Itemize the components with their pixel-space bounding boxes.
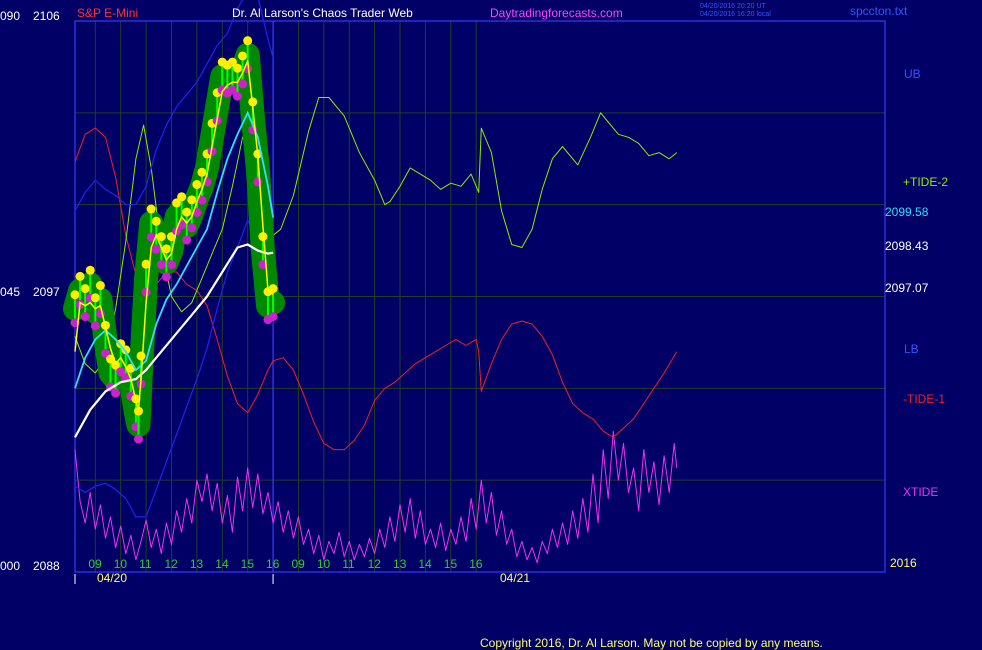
low-dot-2 bbox=[80, 312, 90, 322]
left-axis-top-b: 2106 bbox=[33, 9, 60, 23]
high-dot-26 bbox=[197, 167, 207, 177]
chaos-chart: 09 10 11 12 13 14 15 16 09 10 11 12 13 14 15 16 S&P E-M… bbox=[0, 0, 948, 650]
hour-tick-10: 11 bbox=[342, 557, 355, 571]
label-tide1: -TIDE-1 bbox=[903, 392, 945, 406]
file-name: spccton.txt bbox=[850, 4, 908, 18]
low-dot-33 bbox=[233, 91, 243, 101]
high-dot-5 bbox=[95, 281, 105, 291]
label-tide2: +TIDE-2 bbox=[903, 175, 948, 189]
hour-tick-5: 14 bbox=[215, 557, 229, 571]
left-axis-top-a: 090 bbox=[0, 9, 20, 23]
date-label-0: 04/20 bbox=[97, 571, 127, 585]
high-dot-34 bbox=[238, 51, 248, 61]
copyright: Copyright 2016, Dr. Al Larson. May not b… bbox=[480, 636, 823, 650]
hour-tick-0: 09 bbox=[88, 557, 102, 571]
high-dot-35 bbox=[243, 36, 253, 46]
low-dot-24 bbox=[187, 223, 197, 233]
high-dot-0 bbox=[70, 290, 80, 300]
low-dot-18 bbox=[156, 260, 166, 270]
high-dot-23 bbox=[182, 207, 192, 217]
label-ub: UB bbox=[904, 67, 921, 81]
hour-tick-7: 16 bbox=[266, 557, 280, 571]
hour-tick-14: 15 bbox=[444, 557, 458, 571]
low-dot-8 bbox=[111, 388, 121, 398]
hour-tick-2: 11 bbox=[139, 557, 152, 571]
high-dot-4 bbox=[90, 293, 100, 303]
low-dot-37 bbox=[253, 177, 263, 187]
site-link[interactable]: Daytradingforecasts.com bbox=[490, 6, 623, 20]
left-axis-bottom-b: 2088 bbox=[33, 559, 60, 573]
time-local: 04/20/2016 16:20 local bbox=[700, 11, 771, 18]
low-dot-40 bbox=[268, 312, 278, 322]
hour-ticks: 09 10 11 12 13 14 15 16 09 10 11 12 13 14 15 16 bbox=[88, 557, 483, 571]
hour-tick-1: 10 bbox=[114, 557, 128, 571]
hour-tick-11: 12 bbox=[368, 557, 382, 571]
series-tide1 bbox=[74, 127, 678, 451]
site-title: Dr. Al Larson's Chaos Trader Web bbox=[232, 6, 413, 20]
low-dot-23 bbox=[182, 235, 192, 245]
high-dot-3 bbox=[85, 265, 95, 275]
hour-tick-3: 12 bbox=[164, 557, 178, 571]
instrument-title: S&P E-Mini bbox=[77, 6, 138, 20]
series-xtide bbox=[74, 430, 678, 564]
high-dot-1 bbox=[75, 271, 85, 281]
hour-tick-9: 10 bbox=[317, 557, 331, 571]
low-dot-17 bbox=[151, 244, 161, 254]
label-xtide: XTIDE bbox=[903, 485, 938, 499]
high-dot-25 bbox=[192, 180, 202, 190]
hour-tick-6: 15 bbox=[241, 557, 255, 571]
low-dot-34 bbox=[238, 79, 248, 89]
series-layer bbox=[63, 0, 678, 564]
low-dot-13 bbox=[133, 434, 143, 444]
high-dot-14 bbox=[136, 351, 146, 361]
label-white-value: 2098.43 bbox=[885, 239, 929, 253]
date-label-1: 04/21 bbox=[500, 571, 530, 585]
left-axis-bottom-a: 000 bbox=[0, 559, 20, 573]
label-lb: LB bbox=[904, 342, 919, 356]
high-dot-17 bbox=[151, 216, 161, 226]
low-dot-20 bbox=[166, 260, 176, 270]
high-dot-33 bbox=[233, 63, 243, 73]
hour-tick-8: 09 bbox=[291, 557, 305, 571]
high-dot-2 bbox=[80, 284, 90, 294]
label-year: 2016 bbox=[890, 556, 917, 570]
left-axis-mid-a: 045 bbox=[0, 285, 20, 299]
label-yellow-value: 2097.07 bbox=[885, 281, 929, 295]
high-dot-24 bbox=[187, 195, 197, 205]
left-axis-mid-b: 2097 bbox=[33, 285, 60, 299]
low-dot-4 bbox=[90, 321, 100, 331]
hour-tick-13: 14 bbox=[418, 557, 432, 571]
high-dot-22 bbox=[177, 192, 187, 202]
hour-tick-4: 13 bbox=[190, 557, 204, 571]
time-ut: 04/20/2016 20:20 UT bbox=[700, 3, 766, 10]
low-dot-19 bbox=[161, 272, 171, 282]
hour-tick-12: 13 bbox=[393, 557, 407, 571]
high-dot-16 bbox=[146, 204, 156, 214]
hour-tick-15: 16 bbox=[469, 557, 483, 571]
label-cyan-value: 2099.58 bbox=[885, 205, 929, 219]
